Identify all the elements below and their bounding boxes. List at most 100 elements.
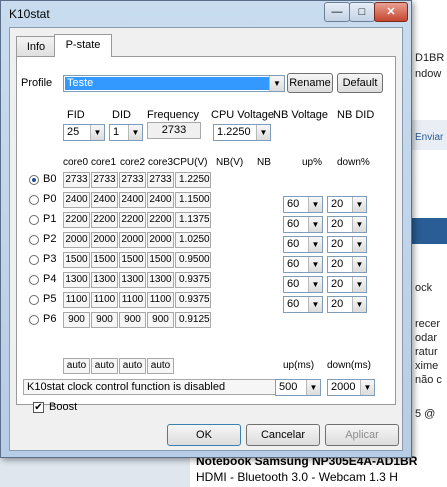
p-state-core-frequency[interactable]: 2000 [119, 232, 146, 248]
p-state-core-frequency[interactable]: 2200 [63, 212, 90, 228]
p-state-core-frequency[interactable]: 1500 [147, 252, 174, 268]
p-state-core-frequency[interactable]: 2400 [63, 192, 90, 208]
down-threshold-select[interactable]: 20 ▼ [327, 296, 367, 313]
p-state-core-frequency[interactable]: 2000 [91, 232, 118, 248]
p-state-core-frequency[interactable]: 1300 [63, 272, 90, 288]
col-core3: core3 [148, 157, 174, 168]
p-state-cpu-voltage[interactable]: 1.1375 [175, 212, 211, 228]
p-state-core-frequency[interactable]: 1100 [147, 292, 174, 308]
p-state-core-frequency[interactable]: 2000 [63, 232, 90, 248]
p-state-cpu-voltage[interactable]: 1.2250 [175, 172, 211, 188]
p-state-core-frequency[interactable]: 1300 [91, 272, 118, 288]
p-state-core-frequency[interactable]: 1300 [119, 272, 146, 288]
down-ms-select[interactable]: 2000 ▼ [327, 379, 375, 396]
chevron-down-icon: ▼ [90, 125, 104, 140]
p-state-radio[interactable] [29, 175, 39, 185]
down-threshold-select[interactable]: 20 ▼ [327, 196, 367, 213]
p-state-cpu-voltage[interactable]: 1.1500 [175, 192, 211, 208]
up-threshold-select[interactable]: 60 ▼ [283, 196, 323, 213]
k10stat-window: K10stat — □ ✕ Info P-state Profile Teste… [0, 0, 412, 458]
fid-select[interactable]: 25 ▼ [63, 124, 105, 141]
p-state-radio[interactable] [29, 295, 39, 305]
up-ms-label: up(ms) [283, 360, 315, 371]
p-state-radio[interactable] [29, 235, 39, 245]
col-core0: core0 [63, 157, 89, 168]
down-threshold-select[interactable]: 20 ▼ [327, 236, 367, 253]
chevron-down-icon: ▼ [352, 277, 366, 292]
nb-voltage-label: NB Voltage [273, 109, 329, 121]
down-ms-label: down(ms) [327, 360, 371, 371]
p-state-core-frequency[interactable]: 900 [63, 312, 90, 328]
p-state-cpu-voltage[interactable]: 0.9375 [175, 292, 211, 308]
background-text: 5 @ [415, 408, 436, 420]
col-core1: core1 [91, 157, 117, 168]
p-state-core-frequency[interactable]: 2400 [119, 192, 146, 208]
p-state-radio[interactable] [29, 275, 39, 285]
p-state-radio[interactable] [29, 315, 39, 325]
p-state-core-frequency[interactable]: 2400 [147, 192, 174, 208]
p-state-radio[interactable] [29, 195, 39, 205]
ok-button[interactable]: OK [167, 424, 241, 446]
boost-checkbox[interactable]: ✔ [33, 402, 44, 413]
p-state-core-frequency[interactable]: 2733 [63, 172, 90, 188]
minimize-button[interactable]: — [324, 2, 350, 22]
p-state-cpu-voltage[interactable]: 1.0250 [175, 232, 211, 248]
p-state-core-frequency[interactable]: 900 [119, 312, 146, 328]
rename-button[interactable]: Rename [287, 73, 333, 93]
p-state-core-frequency[interactable]: 1100 [91, 292, 118, 308]
default-button[interactable]: Default [337, 73, 383, 93]
p-state-cpu-voltage[interactable]: 0.9375 [175, 272, 211, 288]
up-ms-select[interactable]: 500 ▼ [275, 379, 321, 396]
status-message: K10stat clock control function is disabl… [23, 379, 291, 395]
p-state-core-frequency[interactable]: 1500 [91, 252, 118, 268]
p-state-core-frequency[interactable]: 2733 [147, 172, 174, 188]
p-state-core-frequency[interactable]: 1300 [147, 272, 174, 288]
p-state-core-frequency[interactable]: 2200 [91, 212, 118, 228]
p-state-core-frequency[interactable]: 1500 [119, 252, 146, 268]
chevron-down-icon: ▼ [308, 257, 322, 272]
down-threshold-select[interactable]: 20 ▼ [327, 276, 367, 293]
p-state-core-frequency[interactable]: 900 [91, 312, 118, 328]
auto-cell-core1[interactable]: auto [91, 358, 118, 374]
title-bar[interactable]: K10stat — □ ✕ [1, 1, 411, 27]
window-title: K10stat [9, 7, 50, 21]
p-state-cpu-voltage[interactable]: 0.9125 [175, 312, 211, 328]
auto-cell-core3[interactable]: auto [147, 358, 174, 374]
up-threshold-select[interactable]: 60 ▼ [283, 256, 323, 273]
p-state-name: P4 [43, 273, 57, 285]
p-state-core-frequency[interactable]: 2733 [119, 172, 146, 188]
did-select[interactable]: 1 ▼ [109, 124, 143, 141]
apply-button[interactable]: Aplicar [325, 424, 399, 446]
p-state-radio[interactable] [29, 255, 39, 265]
up-threshold-value: 60 [287, 218, 300, 230]
p-state-core-frequency[interactable]: 1100 [119, 292, 146, 308]
p-state-core-frequency[interactable]: 2200 [119, 212, 146, 228]
p-state-radio[interactable] [29, 215, 39, 225]
background-link[interactable]: Enviar [415, 132, 443, 143]
tab-info[interactable]: Info [16, 36, 56, 57]
down-threshold-select[interactable]: 20 ▼ [327, 216, 367, 233]
profile-select[interactable]: Teste ▼ [63, 75, 285, 92]
p-state-core-frequency[interactable]: 1100 [63, 292, 90, 308]
col-nb: NB [257, 157, 271, 168]
up-threshold-select[interactable]: 60 ▼ [283, 236, 323, 253]
auto-cell-core0[interactable]: auto [63, 358, 90, 374]
cpu-voltage-select[interactable]: 1.2250 ▼ [213, 124, 271, 141]
p-state-cpu-voltage[interactable]: 0.9500 [175, 252, 211, 268]
up-threshold-select[interactable]: 60 ▼ [283, 276, 323, 293]
maximize-button[interactable]: □ [349, 2, 375, 22]
p-state-core-frequency[interactable]: 2000 [147, 232, 174, 248]
up-threshold-select[interactable]: 60 ▼ [283, 216, 323, 233]
p-state-core-frequency[interactable]: 1500 [63, 252, 90, 268]
auto-cell-core2[interactable]: auto [119, 358, 146, 374]
p-state-core-frequency[interactable]: 2200 [147, 212, 174, 228]
cancel-button[interactable]: Cancelar [246, 424, 320, 446]
p-state-core-frequency[interactable]: 900 [147, 312, 174, 328]
close-button[interactable]: ✕ [374, 2, 408, 22]
down-threshold-select[interactable]: 20 ▼ [327, 256, 367, 273]
up-threshold-select[interactable]: 60 ▼ [283, 296, 323, 313]
up-ms-value: 500 [279, 381, 298, 393]
p-state-core-frequency[interactable]: 2400 [91, 192, 118, 208]
tab-p-state[interactable]: P-state [54, 34, 112, 57]
p-state-core-frequency[interactable]: 2733 [91, 172, 118, 188]
